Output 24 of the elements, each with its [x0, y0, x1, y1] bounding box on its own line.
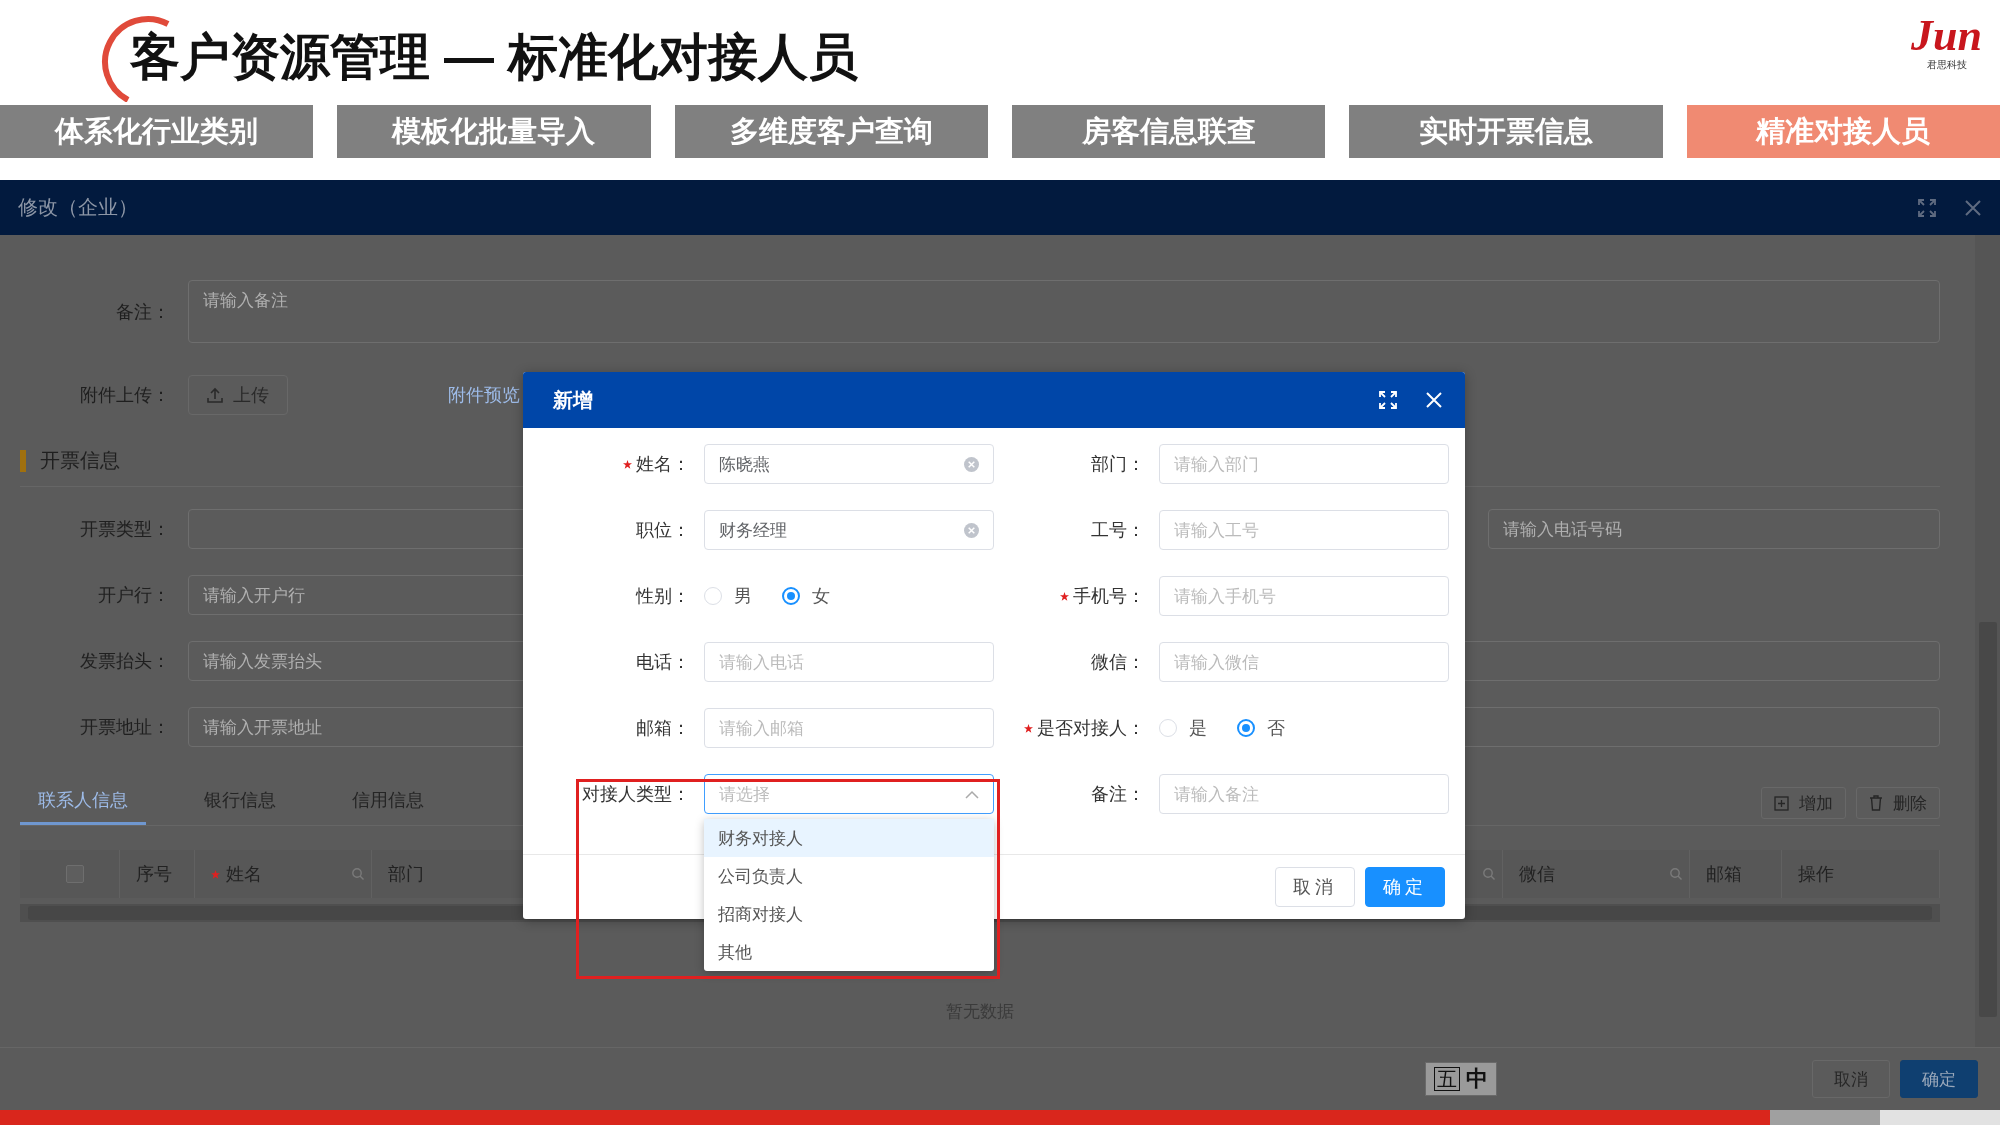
field-label: 姓名：: [636, 453, 690, 476]
field-label: 备注：: [115, 300, 171, 324]
logo-subtitle: 君思科技: [1926, 57, 1967, 72]
field-label: 电话：: [636, 651, 690, 674]
field-label: 发票抬头：: [79, 650, 171, 673]
field-label: 开户行：: [97, 584, 171, 607]
field-label: 开票类型：: [79, 518, 171, 541]
dialog-title: 新增: [553, 387, 594, 413]
field-label: 备注：: [1091, 783, 1145, 806]
field-label: 手机号：: [1073, 585, 1145, 608]
field-label: 对接人类型：: [582, 783, 690, 806]
field-label: 性别：: [636, 585, 690, 608]
field-label: 部门：: [1091, 453, 1145, 476]
field-label: 开票地址：: [79, 716, 171, 739]
field-label: 邮箱：: [636, 717, 690, 740]
section-title: 开票信息: [40, 448, 120, 473]
field-label: 工号：: [1091, 519, 1145, 542]
field-label: 微信：: [1091, 651, 1145, 674]
field-label: 附件上传：: [79, 384, 171, 407]
window-title: 修改（企业）: [18, 195, 139, 220]
logo: Jun: [1911, 13, 1982, 58]
slide-title: 客户资源管理 — 标准化对接人员: [130, 28, 858, 87]
field-label: 是否对接人：: [1037, 717, 1145, 740]
field-label: 职位：: [636, 519, 690, 542]
